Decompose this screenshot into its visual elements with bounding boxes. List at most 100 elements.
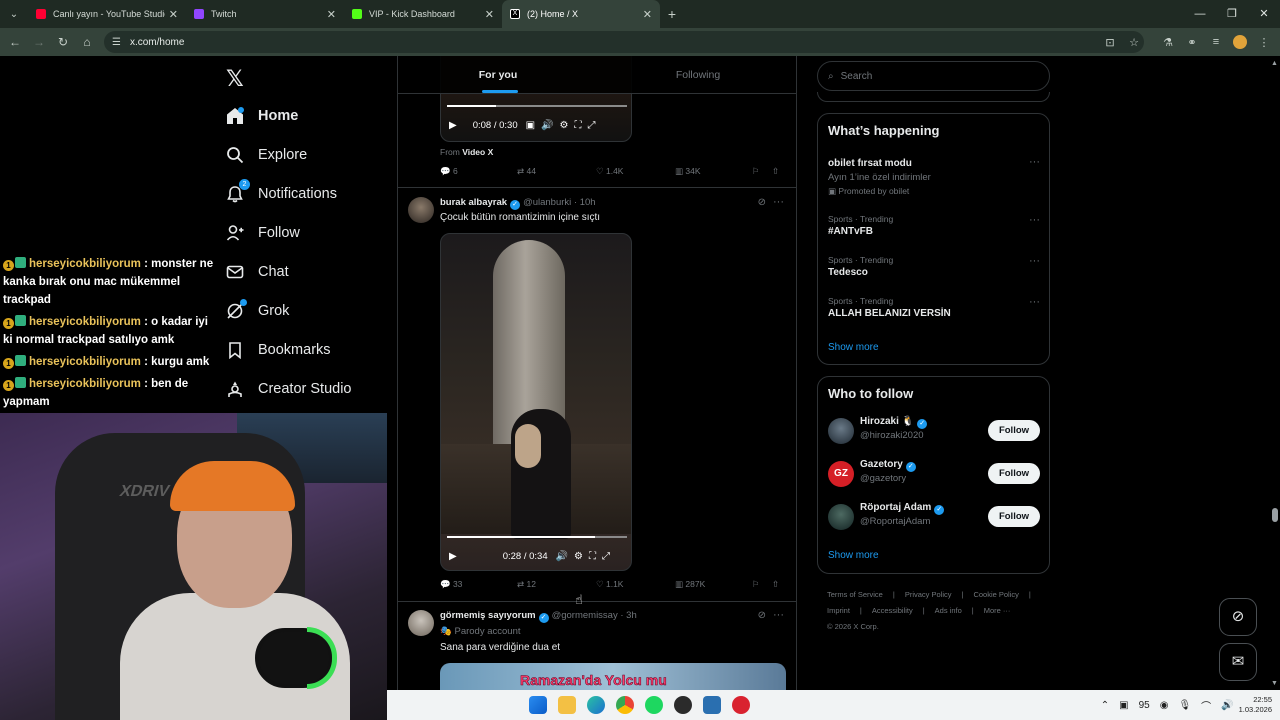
tweet-image[interactable]: Ramazan'da Yolcu mu <box>440 663 786 690</box>
bookmark-tweet-icon[interactable]: ⚐ <box>752 166 760 177</box>
extension-icon[interactable]: ⚗ <box>1156 36 1180 49</box>
avatar[interactable] <box>828 418 854 444</box>
profile-avatar[interactable] <box>1233 35 1247 49</box>
avatar[interactable] <box>408 610 434 636</box>
more-options-icon[interactable]: ··· <box>773 609 784 621</box>
volume-icon[interactable]: 🔊 <box>1221 700 1233 711</box>
clock[interactable]: 22:55 1.03.2026 <box>1239 695 1272 715</box>
x-logo-icon[interactable]: 𝕏 <box>226 66 244 92</box>
views-button[interactable]: ▥ 34K <box>675 166 701 177</box>
steam-icon[interactable]: ◉ <box>1160 700 1169 711</box>
play-icon[interactable]: ▶ <box>449 120 457 131</box>
minimize-icon[interactable]: — <box>1184 0 1216 28</box>
address-bar[interactable]: ☰ x.com/home <box>104 31 1144 53</box>
nav-notifications[interactable]: 2 Notifications <box>226 176 337 212</box>
follow-button[interactable]: Follow <box>988 506 1040 527</box>
video-progress-bar[interactable] <box>447 105 627 107</box>
more-link[interactable]: More ··· <box>984 606 1011 615</box>
show-more-link[interactable]: Show more <box>828 550 879 561</box>
tab-following[interactable]: Following <box>598 56 796 93</box>
defender-icon[interactable] <box>703 696 721 714</box>
browser-tab-kick[interactable]: VIP - Kick Dashboard ✕ <box>344 0 502 28</box>
video-control-icons[interactable]: 🔊⚙⛶⤢ <box>556 551 616 562</box>
forward-arrow-icon[interactable]: → <box>27 35 51 49</box>
tray-overflow-icon[interactable]: ⌃ <box>1101 700 1109 711</box>
reading-list-icon[interactable]: ≡ <box>1204 36 1228 48</box>
close-window-icon[interactable]: ✕ <box>1248 0 1280 28</box>
video-progress-bar[interactable] <box>447 536 627 538</box>
avatar[interactable]: GZ <box>828 461 854 487</box>
share-icon[interactable]: ⇧ <box>772 579 779 590</box>
home-button-icon[interactable]: ⌂ <box>75 35 99 49</box>
browser-tab-x-home[interactable]: X (2) Home / X ✕ <box>502 0 660 28</box>
author-name[interactable]: görmemiş sayıyorum <box>440 610 536 621</box>
nav-follow[interactable]: Follow <box>226 215 300 251</box>
nav-home[interactable]: Home <box>226 98 298 134</box>
trend-item[interactable]: Sports · Trending ALLAH BELANIZI VERSİN … <box>828 296 1040 319</box>
scroll-up-icon[interactable]: ▲ <box>1271 60 1278 67</box>
terms-link[interactable]: Terms of Service <box>827 590 883 599</box>
microphone-tray-icon[interactable]: 🎙 <box>1178 700 1191 711</box>
network-icon[interactable]: ⌒ <box>1201 698 1211 713</box>
tweet-time[interactable]: · 3h <box>620 610 636 621</box>
bookmark-tweet-icon[interactable]: ⚐ <box>752 579 760 590</box>
messages-fab-icon[interactable]: ✉ <box>1219 643 1257 681</box>
grok-explain-icon[interactable]: ⊘ <box>758 610 766 621</box>
trend-item[interactable]: Sports · Trending Tedesco ··· <box>828 255 1040 278</box>
show-more-link[interactable]: Show more <box>828 342 879 353</box>
like-button[interactable]: ♡ 1.4K <box>596 166 623 177</box>
nav-grok[interactable]: Grok <box>226 293 289 329</box>
trend-item[interactable]: Sports · Trending #ANTvFB ··· <box>828 214 1040 237</box>
share-icon[interactable]: ⇧ <box>772 166 779 177</box>
close-tab-icon[interactable]: ✕ <box>643 8 652 21</box>
tweet-time[interactable]: · 10h <box>574 197 596 208</box>
repost-button[interactable]: ⇄ 12 <box>517 579 536 590</box>
search-input[interactable]: ⌕ Search <box>817 61 1050 91</box>
reply-button[interactable]: 💬 6 <box>440 166 458 177</box>
more-options-icon[interactable]: ··· <box>1029 255 1040 267</box>
follow-button[interactable]: Follow <box>988 420 1040 441</box>
more-options-icon[interactable]: ··· <box>1029 214 1040 226</box>
tray-app-icon[interactable]: ▣ <box>1119 700 1128 711</box>
play-icon[interactable]: ▶ <box>449 551 457 562</box>
tab-for-you[interactable]: For you <box>398 56 598 93</box>
grok-fab-icon[interactable]: ⊘ <box>1219 598 1257 636</box>
avatar[interactable] <box>828 504 854 530</box>
tweet-video[interactable]: ▶ 0:28 / 0:34 🔊⚙⛶⤢ <box>440 233 632 571</box>
spotify-icon[interactable] <box>645 696 663 714</box>
privacy-link[interactable]: Privacy Policy <box>905 590 952 599</box>
author-name[interactable]: burak albayrak <box>440 197 507 208</box>
follow-suggestion[interactable]: GZ Gazetory ✓ @gazetory Follow <box>828 459 1040 489</box>
page-scrollbar[interactable]: ▲ ▼ <box>1270 56 1280 690</box>
author-handle[interactable]: @ulanburki <box>523 197 571 208</box>
install-app-icon[interactable]: ⊡ <box>1098 36 1122 49</box>
like-button[interactable]: ♡ 1.1K <box>596 579 623 590</box>
back-arrow-icon[interactable]: ← <box>3 35 27 49</box>
imprint-link[interactable]: Imprint <box>827 606 850 615</box>
author-handle[interactable]: @gormemissay <box>552 610 618 621</box>
more-options-icon[interactable]: ··· <box>1029 156 1040 168</box>
tab-search-chevron-icon[interactable]: ⌄ <box>0 0 28 28</box>
follow-suggestion[interactable]: Hirozaki 🐧 ✓ @hirozaki2020 Follow <box>828 416 1040 446</box>
chrome-icon[interactable] <box>616 696 634 714</box>
accessibility-link[interactable]: Accessibility <box>872 606 913 615</box>
follow-suggestion[interactable]: Röportaj Adam ✓ @RoportajAdam Follow <box>828 502 1040 532</box>
new-tab-plus-icon[interactable]: + <box>660 6 684 22</box>
start-menu-icon[interactable] <box>529 696 547 714</box>
follow-button[interactable]: Follow <box>988 463 1040 484</box>
scroll-down-icon[interactable]: ▼ <box>1271 680 1278 687</box>
scrollbar-thumb[interactable] <box>1272 508 1278 522</box>
browser-menu-icon[interactable]: ⋮ <box>1252 36 1276 49</box>
obs-icon[interactable] <box>674 696 692 714</box>
bookmark-star-icon[interactable]: ☆ <box>1122 36 1146 49</box>
nav-chat[interactable]: Chat <box>226 254 289 290</box>
link-icon[interactable]: ⚭ <box>1180 36 1204 49</box>
reply-button[interactable]: 💬 33 <box>440 579 462 590</box>
from-source-link[interactable]: Video X <box>462 147 493 157</box>
video-control-icons[interactable]: ▣🔊⚙⛶⤢ <box>526 120 602 131</box>
reload-icon[interactable]: ↻ <box>51 35 75 49</box>
file-explorer-icon[interactable] <box>558 696 576 714</box>
close-tab-icon[interactable]: ✕ <box>169 8 178 21</box>
browser-tab-youtube-studio[interactable]: Canlı yayın - YouTube Studio ✕ <box>28 0 186 28</box>
more-options-icon[interactable]: ··· <box>773 196 784 208</box>
